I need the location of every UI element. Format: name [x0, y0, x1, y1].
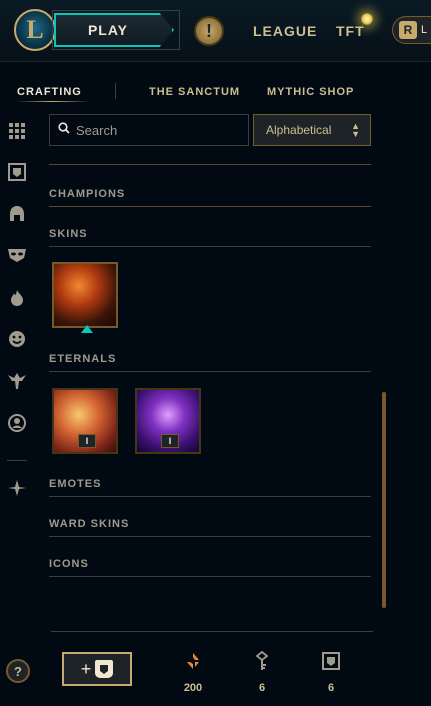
eternal-tier-badge: I [161, 434, 179, 448]
grid-icon[interactable] [6, 120, 28, 142]
section-divider [49, 246, 371, 247]
top-navigation-bar: L PLAY ! LEAGUE TFT R L [0, 0, 431, 62]
tab-crafting[interactable]: CRAFTING [17, 86, 82, 98]
sort-dropdown[interactable]: Alphabetical ▲ ▼ [253, 114, 371, 146]
skin-shard-card[interactable] [52, 262, 118, 328]
riot-button-text: L [421, 24, 428, 36]
nav-tft[interactable]: TFT [336, 23, 365, 39]
section-divider [49, 576, 371, 577]
section-divider [49, 536, 371, 537]
section-skins[interactable]: SKINS [49, 228, 88, 240]
loot-shield-icon [95, 660, 114, 678]
section-eternals[interactable]: ETERNALS [49, 353, 116, 365]
smiley-icon[interactable] [6, 328, 28, 350]
orange-essence-icon [173, 650, 213, 672]
logo-letter: L [26, 15, 44, 44]
tab-the-sanctum[interactable]: THE SANCTUM [149, 86, 240, 98]
shield-icon[interactable] [6, 161, 28, 183]
help-button[interactable]: ? [6, 659, 30, 683]
alert-symbol: ! [206, 20, 212, 41]
riot-icon: R [399, 21, 417, 39]
eternal-card-annie[interactable]: I [52, 388, 118, 454]
currency-orange-essence: 200 [173, 650, 213, 694]
profile-icon[interactable] [6, 412, 28, 434]
selected-card-pointer-icon [81, 325, 93, 333]
league-logo-icon[interactable]: L [14, 9, 56, 51]
eternal-card-malzahar[interactable]: I [135, 388, 201, 454]
active-tab-underline [16, 101, 90, 102]
chest-icon [311, 650, 351, 672]
scrollbar-thumb[interactable] [382, 392, 386, 608]
chests-value: 6 [327, 682, 335, 694]
section-emotes[interactable]: EMOTES [49, 478, 101, 490]
notification-glow-icon [361, 13, 373, 25]
mask-icon[interactable] [6, 244, 28, 266]
tab-mythic-shop[interactable]: MYTHIC SHOP [267, 86, 354, 98]
loot-subtabs: CRAFTING THE SANCTUM MYTHIC SHOP [0, 62, 431, 106]
section-divider [49, 206, 371, 207]
section-ward-skins[interactable]: WARD SKINS [49, 518, 129, 530]
search-icon [58, 121, 70, 139]
keys-value: 6 [258, 682, 266, 694]
help-icon: ? [14, 663, 22, 679]
sidebar-divider [7, 460, 27, 461]
currency-keys: 6 [242, 650, 282, 694]
helmet-icon[interactable] [6, 203, 28, 225]
sort-selected-value: Alphabetical [266, 123, 332, 137]
play-button-label: PLAY [87, 22, 129, 38]
play-button[interactable]: PLAY [54, 13, 174, 47]
section-icons[interactable]: ICONS [49, 558, 89, 570]
nav-league[interactable]: LEAGUE [253, 23, 317, 39]
search-box [49, 114, 249, 146]
plus-icon: + [80, 658, 92, 679]
section-divider [49, 496, 371, 497]
sort-chevron-icon: ▲ ▼ [351, 121, 360, 139]
key-icon [242, 650, 282, 672]
crest-icon[interactable] [6, 477, 28, 499]
section-divider [49, 164, 371, 165]
footer-divider [51, 631, 373, 632]
subtab-divider [115, 83, 116, 99]
search-input[interactable] [76, 122, 236, 138]
alert-icon[interactable]: ! [194, 16, 224, 46]
eternal-tier-badge: I [78, 434, 96, 448]
section-champions[interactable]: CHAMPIONS [49, 188, 125, 200]
add-loot-button[interactable]: + [62, 652, 132, 686]
section-divider [49, 371, 371, 372]
riot-client-button[interactable]: R L [392, 16, 431, 44]
flame-icon[interactable] [6, 287, 28, 309]
currency-chests: 6 [311, 650, 351, 694]
ward-icon[interactable] [6, 370, 28, 392]
orange-essence-value: 200 [183, 682, 203, 694]
